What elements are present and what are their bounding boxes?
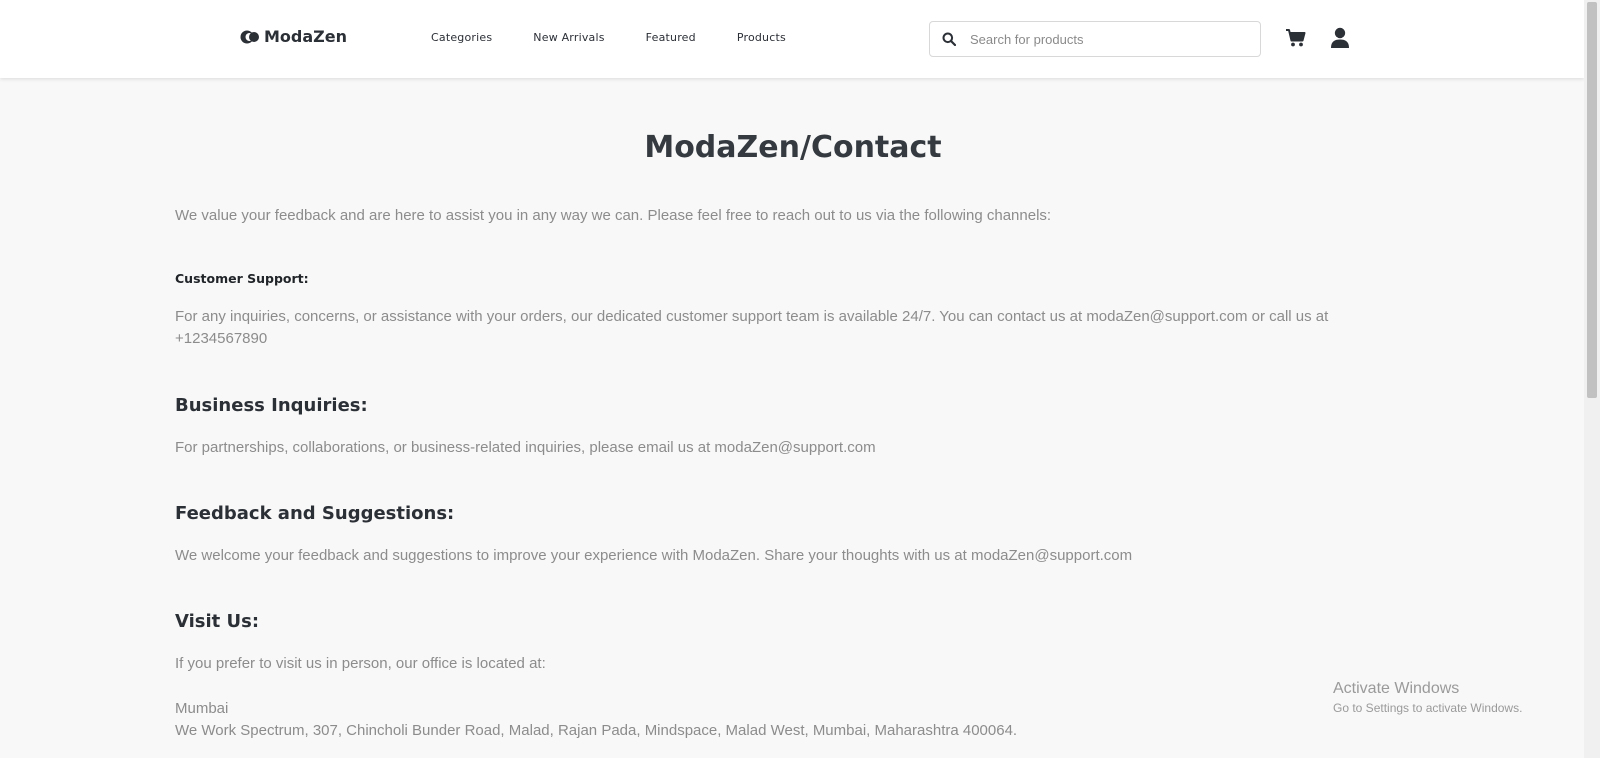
office-location: Mumbai We Work Spectrum, 307, Chincholi …: [175, 698, 1355, 742]
brand-mark-icon: [240, 30, 259, 43]
watermark-title: Activate Windows: [1333, 680, 1460, 697]
cart-icon: [1286, 29, 1306, 47]
search-icon[interactable]: [942, 32, 956, 46]
nav-featured[interactable]: Featured: [646, 31, 696, 44]
visit-us-heading: Visit Us:: [175, 611, 260, 632]
customer-support-text: For any inquiries, concerns, or assistan…: [175, 306, 1355, 350]
business-inquiries-heading: Business Inquiries:: [175, 395, 368, 416]
watermark-subtitle: Go to Settings to activate Windows.: [1333, 701, 1523, 715]
intro-text: We value your feedback and are here to a…: [175, 207, 1052, 224]
customer-support-heading: Customer Support:: [175, 271, 309, 286]
main-nav: Categories New Arrivals Featured Product…: [431, 31, 827, 44]
user-icon: [1331, 27, 1349, 48]
business-inquiries-text: For partnerships, collaborations, or bus…: [175, 439, 876, 456]
office-address: We Work Spectrum, 307, Chincholi Bunder …: [175, 722, 1018, 739]
nav-products[interactable]: Products: [737, 31, 786, 44]
feedback-heading: Feedback and Suggestions:: [175, 503, 455, 524]
page-scrollbar[interactable]: [1584, 0, 1600, 758]
search-box: [929, 21, 1261, 57]
feedback-text: We welcome your feedback and suggestions…: [175, 547, 1133, 564]
cart-button[interactable]: [1285, 28, 1307, 53]
search-input[interactable]: [968, 30, 1242, 48]
activate-windows-watermark: Activate Windows Go to Settings to activ…: [1333, 680, 1522, 715]
brand-name: ModaZen: [264, 27, 348, 46]
customer-support-phone: +1234567890: [175, 330, 268, 347]
nav-categories[interactable]: Categories: [431, 31, 492, 44]
account-button[interactable]: [1330, 27, 1350, 54]
customer-support-text-line1: For any inquiries, concerns, or assistan…: [175, 308, 1329, 325]
brand-logo[interactable]: ModaZen: [240, 27, 347, 46]
office-city: Mumbai: [175, 700, 229, 717]
top-navbar: ModaZen Categories New Arrivals Featured…: [0, 0, 1584, 78]
visit-us-text: If you prefer to visit us in person, our…: [175, 655, 546, 672]
page-title: ModaZen/Contact: [644, 130, 942, 165]
scrollbar-thumb[interactable]: [1587, 2, 1597, 398]
nav-new-arrivals[interactable]: New Arrivals: [533, 31, 604, 44]
